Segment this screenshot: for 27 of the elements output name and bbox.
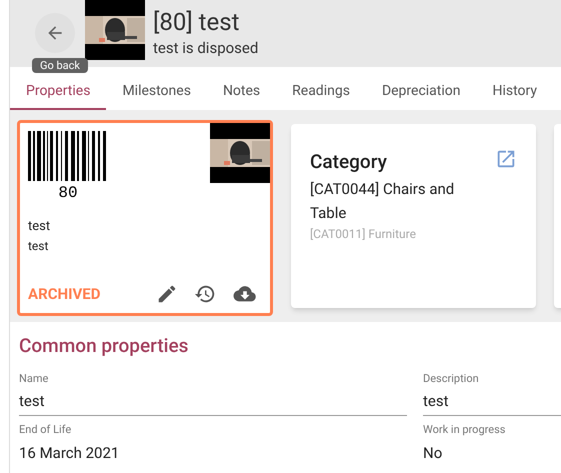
page-subtitle: test is disposed [153, 38, 258, 60]
field-label: Description [423, 370, 480, 386]
tooltip: Go back [32, 58, 88, 73]
category-value: [CAT0044] Chairs and Table [310, 178, 456, 224]
field-value: test [19, 391, 46, 411]
section-title: Common properties [19, 333, 190, 359]
field-value: 16 March 2021 [19, 442, 120, 462]
field-label: Name [19, 370, 50, 386]
back-button[interactable] [35, 12, 75, 52]
field-label: Work in progress [423, 422, 506, 438]
pencil-icon[interactable] [156, 282, 178, 305]
asset-description: test [27, 238, 50, 254]
field-value: test [423, 391, 450, 411]
tab[interactable]: Notes [206, 67, 276, 110]
tab[interactable]: History [476, 67, 554, 110]
parent-category: [CAT0011] Furniture [310, 226, 417, 242]
page-title: [80] test [153, 7, 240, 38]
status-label: ARCHIVED [28, 284, 100, 304]
field-label: End of Life [19, 422, 72, 438]
category-title: Category [310, 149, 387, 175]
tab[interactable]: Depreciation [366, 67, 476, 110]
field-value: No [423, 442, 444, 462]
asset-name: test [27, 218, 52, 236]
open-external-icon[interactable] [495, 148, 517, 170]
tab[interactable]: Milestones [106, 67, 207, 110]
tab[interactable]: Readings [276, 67, 366, 110]
barcode-number: 80 [58, 183, 78, 204]
